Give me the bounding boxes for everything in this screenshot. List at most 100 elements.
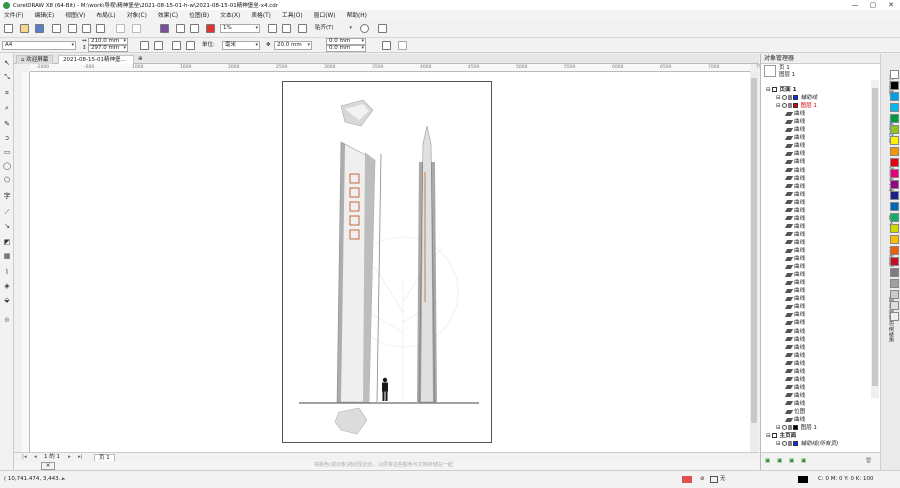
tree-row-object[interactable]: 曲线 xyxy=(784,247,805,255)
palette-swatch[interactable] xyxy=(890,103,899,112)
duplicate-x-input[interactable]: 0.0 mm xyxy=(326,38,366,45)
cut-icon[interactable] xyxy=(68,24,77,33)
lock-icon[interactable] xyxy=(788,103,793,109)
add-tool-icon[interactable]: ⊕ xyxy=(3,316,11,324)
palette-swatch[interactable] xyxy=(890,114,899,123)
visibility-eye-icon[interactable] xyxy=(782,425,788,431)
tree-row-layer[interactable]: ⊟ 图层 1 xyxy=(776,424,817,432)
tree-row-object[interactable]: 曲线 xyxy=(784,287,805,295)
docker-scrollbar-thumb[interactable] xyxy=(872,88,878,386)
tree-row-object[interactable]: 曲线 xyxy=(784,295,805,303)
duplicate-y-input[interactable]: 0.0 mm xyxy=(326,45,366,52)
no-color-swatch[interactable]: ✕ xyxy=(41,462,55,470)
palette-swatch[interactable] xyxy=(890,81,899,90)
palette-swatch[interactable] xyxy=(890,301,899,310)
new-master-layer-even-icon[interactable]: ▣ xyxy=(801,458,806,465)
treat-as-filled-icon[interactable] xyxy=(382,41,391,50)
tree-row-object[interactable]: 曲线 xyxy=(784,134,805,142)
palette-swatch[interactable] xyxy=(890,70,899,79)
menu-help[interactable]: 帮助(H) xyxy=(346,10,366,19)
smart-fill-tool-icon[interactable]: ⬙ xyxy=(3,296,11,304)
application-launcher-icon[interactable] xyxy=(378,24,387,33)
visibility-eye-icon[interactable] xyxy=(782,103,788,109)
new-document-icon[interactable] xyxy=(4,24,13,33)
tree-row-object[interactable]: 曲线 xyxy=(784,368,805,376)
show-grid-icon[interactable] xyxy=(298,24,307,33)
tree-row-page[interactable]: ⊟ 页面 1 xyxy=(766,86,797,94)
palette-swatch[interactable] xyxy=(890,136,899,145)
horizontal-ruler[interactable]: -1000 -600 1000 1600 2000 2500 3000 3500 4000 450… xyxy=(30,64,767,72)
save-icon[interactable] xyxy=(35,24,44,33)
tree-row-object[interactable]: 曲线 xyxy=(784,183,805,191)
full-screen-icon[interactable] xyxy=(268,24,277,33)
vertical-ruler[interactable] xyxy=(22,72,30,452)
fill-swatch[interactable] xyxy=(710,476,718,483)
undo-icon[interactable] xyxy=(116,24,125,33)
monument-artwork[interactable] xyxy=(283,82,493,444)
delete-icon[interactable]: 🗑 xyxy=(865,458,872,465)
tab-document[interactable]: 2021-08-15-01精神堡... xyxy=(58,55,134,64)
tab-welcome-screen[interactable]: ⌂ 欢迎屏幕 xyxy=(16,55,54,64)
text-tool-icon[interactable]: 字 xyxy=(3,192,11,200)
palette-swatch[interactable] xyxy=(890,169,899,178)
tree-row-object[interactable]: 曲线 xyxy=(784,376,805,384)
tree-row-layer[interactable]: ⊟ 辅助线 xyxy=(776,94,817,102)
menu-layout[interactable]: 布局(L) xyxy=(96,10,115,19)
tree-row-object[interactable]: 曲线 xyxy=(784,191,805,199)
palette-swatch[interactable] xyxy=(890,279,899,288)
current-page-icon[interactable] xyxy=(186,41,195,50)
tree-row-object[interactable]: 曲线 xyxy=(784,360,805,368)
tree-row-object[interactable]: 曲线 xyxy=(784,416,805,424)
add-tab-icon[interactable]: ⊕ xyxy=(138,56,143,63)
menu-effects[interactable]: 效果(C) xyxy=(158,10,178,19)
artistic-media-tool-icon[interactable]: ↄ xyxy=(3,134,11,142)
menu-table[interactable]: 表格(T) xyxy=(251,10,271,19)
tree-row-object[interactable]: 曲线 xyxy=(784,279,805,287)
portrait-icon[interactable] xyxy=(140,41,149,50)
menu-text[interactable]: 文本(X) xyxy=(220,10,240,19)
tree-row-object[interactable]: 曲线 xyxy=(784,328,805,336)
menu-view[interactable]: 视图(V) xyxy=(65,10,85,19)
pick-tool-icon[interactable]: ↖ xyxy=(3,59,11,67)
maximize-icon[interactable]: ▢ xyxy=(864,0,882,10)
open-folder-icon[interactable] xyxy=(20,24,29,33)
export-icon[interactable] xyxy=(190,24,199,33)
color-proofing-icon[interactable] xyxy=(682,476,692,483)
options-gear-icon[interactable] xyxy=(360,24,369,33)
tree-row-object[interactable]: 曲线 xyxy=(784,319,805,327)
search-content-icon[interactable] xyxy=(160,24,169,33)
tree-row-object[interactable]: 曲线 xyxy=(784,118,805,126)
tree-row-object[interactable]: 曲线 xyxy=(784,336,805,344)
scrollbar-thumb[interactable] xyxy=(751,78,757,423)
new-master-layer-odd-icon[interactable]: ▣ xyxy=(789,458,794,465)
interactive-fill-tool-icon[interactable]: ◈ xyxy=(3,282,11,290)
minimize-icon[interactable]: — xyxy=(846,0,864,10)
all-pages-icon[interactable] xyxy=(172,41,181,50)
palette-swatch[interactable] xyxy=(890,213,899,222)
snap-to-dropdown[interactable]: 贴齐(T) xyxy=(312,24,354,33)
redo-icon[interactable] xyxy=(132,24,141,33)
tree-row-object[interactable]: 曲线 xyxy=(784,175,805,183)
palette-swatch[interactable] xyxy=(890,202,899,211)
tree-row-object[interactable]: 曲线 xyxy=(784,231,805,239)
tree-row-object[interactable]: 曲线 xyxy=(784,255,805,263)
print-icon[interactable] xyxy=(52,24,61,33)
menu-file[interactable]: 文件(F) xyxy=(4,10,23,19)
page-size-select[interactable]: A4 xyxy=(2,41,76,50)
tree-row-object[interactable]: 曲线 xyxy=(784,344,805,352)
tree-row-object[interactable]: 曲线 xyxy=(784,303,805,311)
vertical-scrollbar[interactable] xyxy=(750,72,758,452)
expand-arrow-icon[interactable]: ▸ xyxy=(62,476,65,483)
rectangle-tool-icon[interactable]: ▭ xyxy=(3,148,11,156)
palette-swatch[interactable] xyxy=(890,312,899,321)
tree-row-object[interactable]: 曲线 xyxy=(784,167,805,175)
palette-swatch[interactable] xyxy=(890,92,899,101)
page-area[interactable] xyxy=(282,81,492,443)
palette-swatch[interactable] xyxy=(890,290,899,299)
tree-row-object[interactable]: 曲线 xyxy=(784,142,805,150)
palette-swatch[interactable] xyxy=(890,147,899,156)
palette-swatch[interactable] xyxy=(890,125,899,134)
visibility-eye-icon[interactable] xyxy=(782,95,788,101)
drop-shadow-tool-icon[interactable]: ◩ xyxy=(3,238,11,246)
show-rulers-icon[interactable] xyxy=(282,24,291,33)
